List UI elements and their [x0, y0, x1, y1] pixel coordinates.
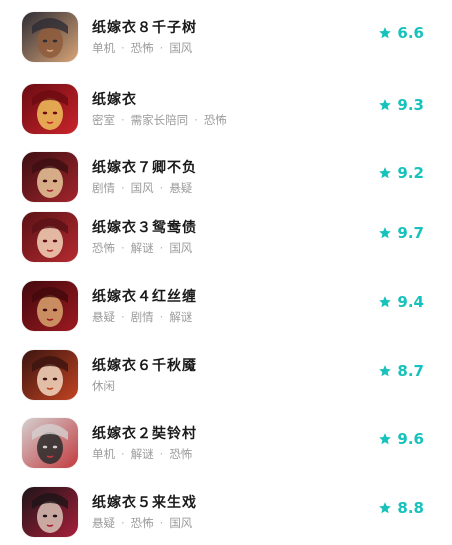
- game-tag: 国风: [130, 181, 154, 195]
- game-tag: 恐怖: [169, 447, 193, 461]
- tag-separator: ·: [159, 516, 164, 530]
- game-cover-icon[interactable]: [22, 418, 78, 468]
- star-icon: [378, 226, 392, 240]
- game-tag: 剧情: [130, 310, 154, 324]
- rating-value: 9.3: [397, 96, 424, 114]
- tag-separator: ·: [121, 310, 125, 324]
- tag-separator: ·: [121, 447, 125, 461]
- game-tag: 解谜: [130, 241, 154, 255]
- rating-badge: 9.2: [378, 164, 424, 182]
- game-title[interactable]: 纸嫁衣５来生戏: [92, 492, 197, 512]
- tag-separator: ·: [121, 241, 125, 255]
- game-tag: 悬疑: [92, 310, 115, 324]
- game-tags: 单机 · 解谜 · 恐怖: [92, 446, 192, 462]
- rating-value: 9.2: [397, 164, 424, 182]
- rating-badge: 9.3: [378, 96, 424, 114]
- star-icon: [378, 295, 392, 309]
- rating-value: 9.6: [397, 430, 424, 448]
- game-title[interactable]: 纸嫁衣３鸳鸯债: [92, 217, 197, 237]
- game-tag: 解谜: [130, 447, 154, 461]
- game-cover-icon[interactable]: [22, 281, 78, 331]
- game-tags: 悬疑 · 剧情 · 解谜: [92, 309, 192, 325]
- game-tag: 单机: [92, 447, 115, 461]
- game-tag: 恐怖: [92, 241, 115, 255]
- game-title[interactable]: 纸嫁衣７卿不负: [92, 157, 197, 177]
- tag-separator: ·: [121, 181, 125, 195]
- game-tags: 密室 · 需家长陪同 · 恐怖: [92, 112, 227, 128]
- game-title[interactable]: 纸嫁衣: [92, 89, 137, 109]
- game-list-item[interactable]: 纸嫁衣密室 · 需家长陪同 · 恐怖 9.3: [0, 84, 452, 142]
- rating-badge: 9.4: [378, 293, 424, 311]
- game-list-item[interactable]: 纸嫁衣５来生戏悬疑 · 恐怖 · 国风 8.8: [0, 487, 452, 545]
- game-cover-icon[interactable]: [22, 487, 78, 537]
- tag-separator: ·: [159, 241, 164, 255]
- game-list: 纸嫁衣８千子树单机 · 恐怖 · 国风 6.6 纸嫁衣密室 · 需家长陪同 · 恐怖 9.3 纸嫁衣７卿…: [0, 0, 452, 538]
- game-tag: 国风: [169, 516, 193, 530]
- game-title[interactable]: 纸嫁衣６千秋魇: [92, 355, 197, 375]
- game-tag: 国风: [169, 41, 193, 55]
- game-list-item[interactable]: 纸嫁衣２奘铃村单机 · 解谜 · 恐怖 9.6: [0, 418, 452, 476]
- game-cover-icon[interactable]: [22, 84, 78, 134]
- rating-badge: 6.6: [378, 24, 424, 42]
- tag-separator: ·: [159, 181, 164, 195]
- rating-value: 8.7: [397, 362, 424, 380]
- game-tags: 单机 · 恐怖 · 国风: [92, 40, 192, 56]
- tag-separator: ·: [194, 113, 198, 127]
- game-cover-icon[interactable]: [22, 212, 78, 262]
- game-list-item[interactable]: 纸嫁衣８千子树单机 · 恐怖 · 国风 6.6: [0, 12, 452, 70]
- game-cover-icon[interactable]: [22, 350, 78, 400]
- tag-separator: ·: [121, 516, 125, 530]
- rating-value: 6.6: [397, 24, 424, 42]
- game-tag: 恐怖: [130, 41, 154, 55]
- game-cover-icon[interactable]: [22, 152, 78, 202]
- game-tag: 密室: [92, 113, 115, 127]
- game-cover-icon[interactable]: [22, 12, 78, 62]
- rating-badge: 8.7: [378, 362, 424, 380]
- game-tags: 悬疑 · 恐怖 · 国风: [92, 515, 192, 531]
- game-tag: 剧情: [92, 181, 115, 195]
- rating-value: 8.8: [397, 499, 424, 517]
- tag-separator: ·: [159, 447, 164, 461]
- game-tags: 剧情 · 国风 · 悬疑: [92, 180, 192, 196]
- tag-separator: ·: [159, 41, 164, 55]
- game-tag: 恐怖: [203, 113, 227, 127]
- game-tag: 悬疑: [92, 516, 115, 530]
- star-icon: [378, 501, 392, 515]
- tag-separator: ·: [159, 310, 164, 324]
- rating-badge: 9.7: [378, 224, 424, 242]
- game-tags: 休闲: [92, 378, 115, 394]
- game-title[interactable]: 纸嫁衣８千子树: [92, 17, 197, 37]
- star-icon: [378, 166, 392, 180]
- game-list-item[interactable]: 纸嫁衣６千秋魇休闲 8.7: [0, 350, 452, 408]
- game-list-item[interactable]: 纸嫁衣７卿不负剧情 · 国风 · 悬疑 9.2: [0, 152, 452, 210]
- rating-badge: 9.6: [378, 430, 424, 448]
- star-icon: [378, 98, 392, 112]
- game-tag: 解谜: [169, 310, 193, 324]
- game-tag: 悬疑: [169, 181, 193, 195]
- game-tag: 单机: [92, 41, 115, 55]
- game-title[interactable]: 纸嫁衣２奘铃村: [92, 423, 197, 443]
- star-icon: [378, 364, 392, 378]
- rating-value: 9.7: [397, 224, 424, 242]
- tag-separator: ·: [121, 41, 125, 55]
- star-icon: [378, 26, 392, 40]
- game-list-item[interactable]: 纸嫁衣４红丝缠悬疑 · 剧情 · 解谜 9.4: [0, 281, 452, 339]
- game-tags: 恐怖 · 解谜 · 国风: [92, 240, 192, 256]
- game-tag: 恐怖: [130, 516, 154, 530]
- tag-separator: ·: [121, 113, 125, 127]
- game-title[interactable]: 纸嫁衣４红丝缠: [92, 286, 197, 306]
- star-icon: [378, 432, 392, 446]
- game-tag: 国风: [169, 241, 193, 255]
- rating-value: 9.4: [397, 293, 424, 311]
- rating-badge: 8.8: [378, 499, 424, 517]
- game-tag: 休闲: [92, 379, 115, 393]
- game-list-item[interactable]: 纸嫁衣３鸳鸯债恐怖 · 解谜 · 国风 9.7: [0, 212, 452, 270]
- game-tag: 需家长陪同: [130, 113, 189, 127]
